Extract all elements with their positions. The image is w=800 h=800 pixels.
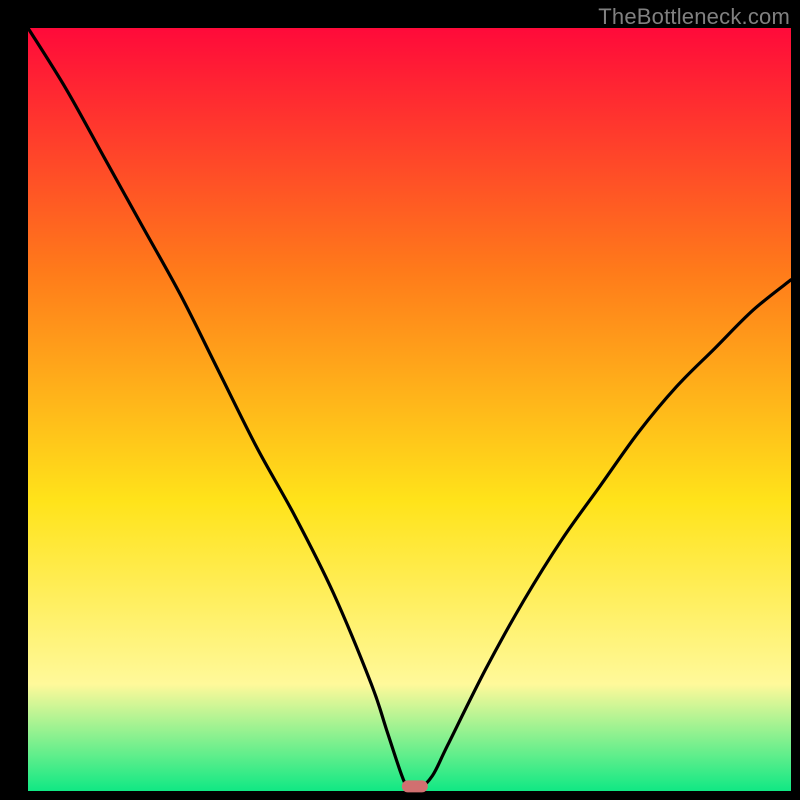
plot-area (28, 28, 791, 791)
bottleneck-chart (0, 0, 800, 800)
minimum-marker (402, 780, 428, 792)
watermark-label: TheBottleneck.com (598, 4, 790, 30)
chart-container: TheBottleneck.com (0, 0, 800, 800)
